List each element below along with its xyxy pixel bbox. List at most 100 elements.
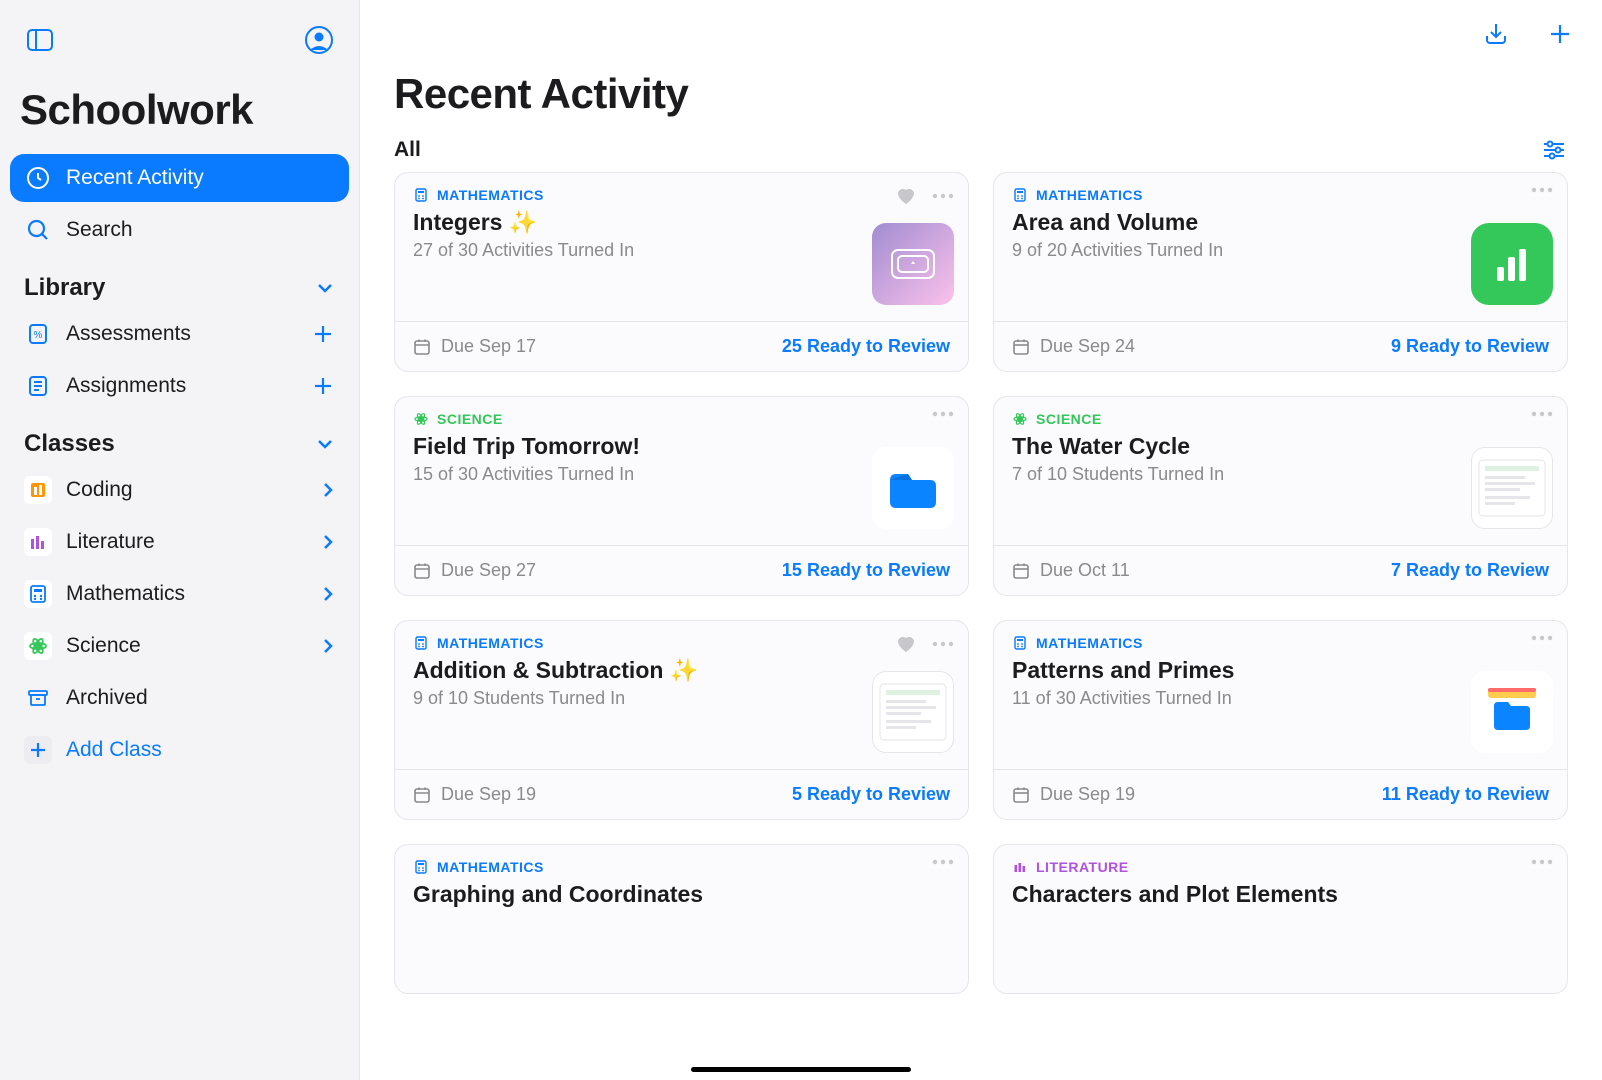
subject-label: SCIENCE	[1036, 411, 1102, 427]
card-body: MATHEMATICS Graphing and Coordinates	[395, 845, 968, 993]
ready-to-review-link[interactable]: 7 Ready to Review	[1391, 560, 1549, 581]
library-item-assessments[interactable]: % Assessments	[10, 308, 349, 360]
card-subtitle: 27 of 30 Activities Turned In	[413, 240, 950, 261]
subject-icon	[413, 187, 429, 203]
card-title: Area and Volume	[1012, 209, 1549, 236]
download-button[interactable]	[1476, 14, 1516, 54]
activity-card[interactable]: SCIENCE Field Trip Tomorrow! 15 of 30 Ac…	[394, 396, 969, 596]
lib-item-label: Assessments	[66, 322, 191, 346]
subject-icon	[413, 411, 429, 427]
card-title: Addition & Subtraction ✨	[413, 657, 950, 684]
classes-section-header[interactable]: Classes	[10, 412, 349, 464]
ready-to-review-link[interactable]: 9 Ready to Review	[1391, 336, 1549, 357]
search-icon	[24, 216, 52, 244]
filter-settings-button[interactable]	[1540, 136, 1568, 164]
more-icon[interactable]	[1531, 411, 1553, 417]
card-thumbnail	[1471, 447, 1553, 529]
card-footer: Due Sep 17 25 Ready to Review	[395, 321, 968, 371]
cards-scroll[interactable]: MATHEMATICS Integers ✨ 27 of 30 Activiti…	[360, 172, 1602, 1080]
class-item-coding[interactable]: Coding	[10, 464, 349, 516]
subject-icon	[413, 635, 429, 651]
add-class-label: Add Class	[66, 738, 162, 762]
card-body: MATHEMATICS Integers ✨ 27 of 30 Activiti…	[395, 173, 968, 321]
card-title: Field Trip Tomorrow!	[413, 433, 950, 460]
nav-recent-activity[interactable]: Recent Activity	[10, 154, 349, 202]
activity-card[interactable]: MATHEMATICS Integers ✨ 27 of 30 Activiti…	[394, 172, 969, 372]
card-actions	[932, 411, 954, 417]
ready-to-review-link[interactable]: 15 Ready to Review	[782, 560, 950, 581]
card-actions	[1531, 635, 1553, 641]
due-date: Due Sep 19	[413, 784, 536, 805]
card-subtitle: 15 of 30 Activities Turned In	[413, 464, 950, 485]
subject-icon	[1012, 411, 1028, 427]
main-area: Recent Activity All MATHEMATICS Integers…	[360, 0, 1602, 1080]
class-item-science[interactable]: Science	[10, 620, 349, 672]
class-item-mathematics[interactable]: Mathematics	[10, 568, 349, 620]
card-thumbnail	[1471, 223, 1553, 305]
more-icon[interactable]	[1531, 859, 1553, 865]
activity-card[interactable]: MATHEMATICS Patterns and Primes 11 of 30…	[993, 620, 1568, 820]
more-icon[interactable]	[932, 641, 954, 647]
section-title: Classes	[24, 430, 115, 458]
ready-to-review-link[interactable]: 11 Ready to Review	[1382, 784, 1549, 805]
add-class-button[interactable]: Add Class	[10, 724, 349, 776]
subject-label: MATHEMATICS	[1036, 635, 1143, 651]
section-title: Library	[24, 274, 105, 302]
card-title: Graphing and Coordinates	[413, 881, 950, 908]
subject-icon	[1012, 187, 1028, 203]
coding-icon	[24, 476, 52, 504]
library-item-assignments[interactable]: Assignments	[10, 360, 349, 412]
filter-label[interactable]: All	[394, 138, 421, 162]
chevron-down-icon	[315, 278, 335, 298]
subject-icon	[1012, 635, 1028, 651]
subject-row: SCIENCE	[1012, 411, 1549, 427]
due-date: Due Sep 27	[413, 560, 536, 581]
new-button[interactable]	[1540, 14, 1580, 54]
more-icon[interactable]	[1531, 635, 1553, 641]
favorite-icon[interactable]	[896, 635, 916, 653]
activity-card[interactable]: SCIENCE The Water Cycle 7 of 10 Students…	[993, 396, 1568, 596]
subject-label: MATHEMATICS	[437, 859, 544, 875]
subject-label: MATHEMATICS	[437, 635, 544, 651]
literature-icon	[24, 528, 52, 556]
class-item-literature[interactable]: Literature	[10, 516, 349, 568]
nav-search[interactable]: Search	[10, 206, 349, 254]
subject-row: MATHEMATICS	[1012, 635, 1549, 651]
calendar-icon	[413, 786, 431, 804]
more-icon[interactable]	[932, 411, 954, 417]
due-text: Due Oct 11	[1040, 560, 1130, 581]
subject-row: MATHEMATICS	[413, 187, 950, 203]
more-icon[interactable]	[1531, 187, 1553, 193]
card-title: Patterns and Primes	[1012, 657, 1549, 684]
more-icon[interactable]	[932, 859, 954, 865]
nav-label: Search	[66, 218, 133, 242]
activity-card[interactable]: MATHEMATICS Area and Volume 9 of 20 Acti…	[993, 172, 1568, 372]
activity-card[interactable]: MATHEMATICS Addition & Subtraction ✨ 9 o…	[394, 620, 969, 820]
chevron-right-icon	[321, 481, 335, 499]
toggle-sidebar-icon[interactable]	[20, 20, 60, 60]
card-footer: Due Sep 19 11 Ready to Review	[994, 769, 1567, 819]
add-assignment-button[interactable]	[311, 374, 335, 398]
activity-card[interactable]: MATHEMATICS Graphing and Coordinates	[394, 844, 969, 994]
due-date: Due Sep 24	[1012, 336, 1135, 357]
clock-icon	[24, 164, 52, 192]
class-item-archived[interactable]: Archived	[10, 672, 349, 724]
library-section-header[interactable]: Library	[10, 256, 349, 308]
favorite-icon[interactable]	[896, 187, 916, 205]
add-assessment-button[interactable]	[311, 322, 335, 346]
card-thumbnail	[872, 447, 954, 529]
more-icon[interactable]	[932, 193, 954, 199]
card-subtitle: 7 of 10 Students Turned In	[1012, 464, 1549, 485]
class-label: Archived	[66, 686, 148, 710]
card-footer: Due Sep 24 9 Ready to Review	[994, 321, 1567, 371]
card-footer: Due Sep 19 5 Ready to Review	[395, 769, 968, 819]
calendar-icon	[413, 562, 431, 580]
ready-to-review-link[interactable]: 5 Ready to Review	[792, 784, 950, 805]
activity-card[interactable]: LITERATURE Characters and Plot Elements	[993, 844, 1568, 994]
profile-icon[interactable]	[299, 20, 339, 60]
lib-item-label: Assignments	[66, 374, 186, 398]
card-body: SCIENCE Field Trip Tomorrow! 15 of 30 Ac…	[395, 397, 968, 545]
card-body: SCIENCE The Water Cycle 7 of 10 Students…	[994, 397, 1567, 545]
subject-row: SCIENCE	[413, 411, 950, 427]
ready-to-review-link[interactable]: 25 Ready to Review	[782, 336, 950, 357]
